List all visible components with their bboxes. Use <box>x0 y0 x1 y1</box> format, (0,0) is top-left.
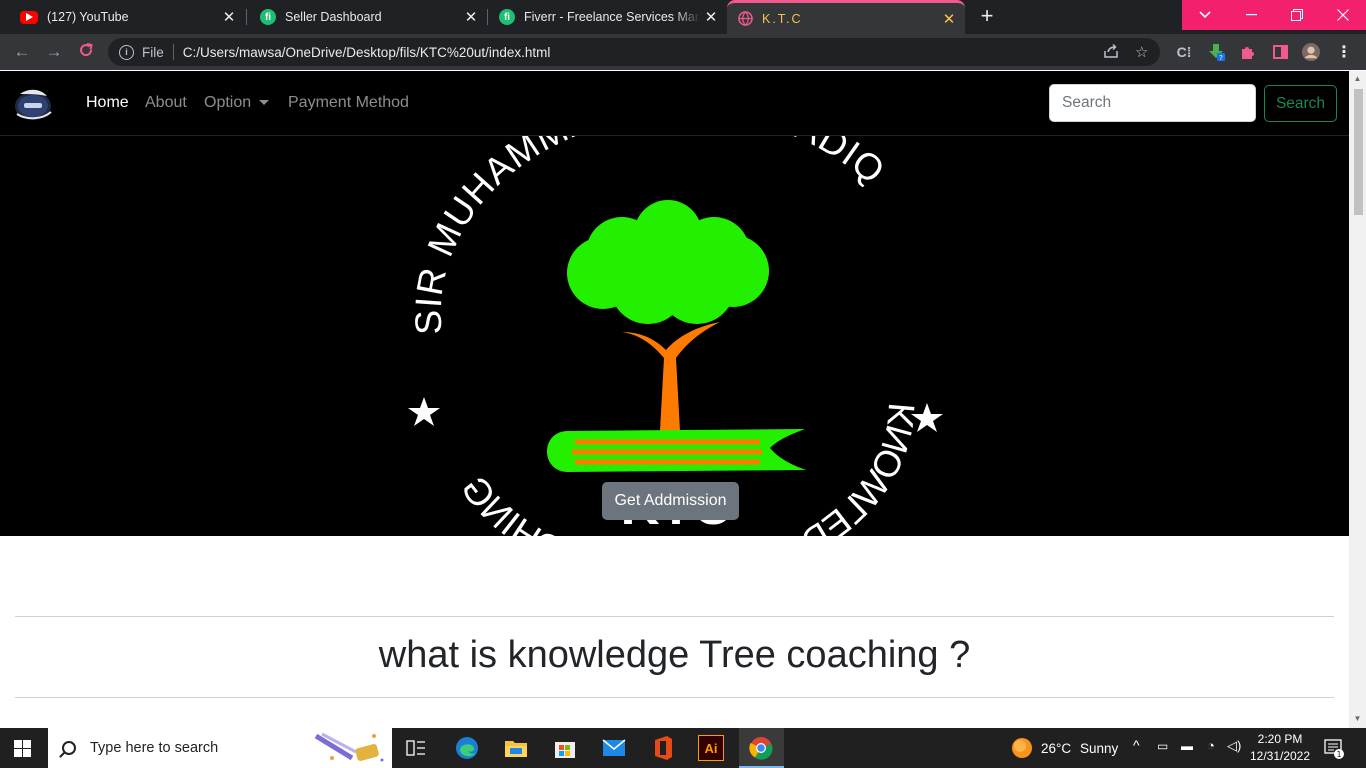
browser-toolbar: ← → i File C:/Users/mawsa/OneDrive/Deskt… <box>0 34 1366 70</box>
close-tab-icon[interactable]: ✕ <box>219 8 239 26</box>
divider <box>15 616 1334 617</box>
tab-seller-dashboard[interactable]: fi Seller Dashboard ✕ <box>240 0 487 34</box>
site-search-button[interactable]: Search <box>1264 85 1337 122</box>
downloader-extension-icon[interactable]: ? <box>1207 43 1225 61</box>
chrome-icon[interactable] <box>747 734 775 762</box>
browser-tab-strip: (127) YouTube ✕ fi Seller Dashboard ✕ fi… <box>0 0 1366 34</box>
forward-button[interactable]: → <box>44 42 64 62</box>
store-icon[interactable] <box>551 734 579 762</box>
taskbar-clock[interactable]: 2:20 PM 12/31/2022 <box>1248 731 1312 765</box>
mail-icon[interactable] <box>600 734 628 762</box>
tab-ktc[interactable]: K.T.C ✕ <box>727 0 965 34</box>
extension-c-icon[interactable]: C⁞ <box>1175 43 1193 61</box>
site-search-input[interactable] <box>1049 84 1256 122</box>
restore-icon <box>1291 9 1303 21</box>
fiverr-icon: fi <box>260 9 276 25</box>
edge-icon[interactable] <box>453 734 481 762</box>
battery-icon[interactable]: ▬ <box>1181 739 1193 753</box>
weather-temp[interactable]: 26°C <box>1041 741 1071 756</box>
search-highlight-illustration <box>314 732 384 762</box>
site-navbar: Home About Option Payment Method Search <box>0 71 1349 136</box>
close-tab-icon[interactable]: ✕ <box>939 10 959 28</box>
divider <box>172 44 174 60</box>
reload-button[interactable] <box>76 42 96 62</box>
share-icon[interactable] <box>1103 43 1119 63</box>
reload-icon <box>80 43 93 57</box>
nav-about[interactable]: About <box>145 94 187 112</box>
volume-icon[interactable]: ◁) <box>1227 738 1241 754</box>
notifications-icon[interactable]: 1 <box>1320 734 1348 762</box>
tab-title: Fiverr - Freelance Services Marketplace <box>524 10 701 24</box>
minimize-button[interactable] <box>1228 0 1274 30</box>
divider <box>15 697 1334 698</box>
nav-option-dropdown[interactable]: Option <box>204 94 270 112</box>
side-panel-icon[interactable] <box>1271 43 1289 61</box>
page-scrollbar[interactable]: ▲ ▼ <box>1349 71 1366 728</box>
tray-chevron-up-icon[interactable]: ^ <box>1133 737 1140 753</box>
close-tab-icon[interactable]: ✕ <box>701 8 721 26</box>
close-tab-icon[interactable]: ✕ <box>461 8 481 26</box>
tree-canopy <box>567 200 769 324</box>
restore-button[interactable] <box>1274 0 1320 30</box>
search-icon <box>62 741 76 755</box>
info-icon[interactable]: i <box>119 44 134 60</box>
extensions-puzzle-icon[interactable] <box>1239 43 1257 61</box>
youtube-icon <box>20 10 38 24</box>
address-bar[interactable]: i File C:/Users/mawsa/OneDrive/Desktop/f… <box>108 38 1160 66</box>
wifi-icon[interactable]: ◔ <box>1207 738 1215 753</box>
windows-taskbar: Type here to search Ai 26°C Sunny ^ ▭ ▬ … <box>0 728 1366 768</box>
close-icon <box>1337 9 1349 21</box>
ktc-logo: SIR MUHAMMAD UMAID SADIQ KNOWLEDGE TREE … <box>407 136 943 536</box>
scheme-label: File <box>142 44 164 60</box>
task-view-icon[interactable] <box>402 734 430 762</box>
scrollbar-thumb[interactable] <box>1354 89 1363 215</box>
chevron-down-icon <box>1199 11 1211 19</box>
weather-condition[interactable]: Sunny <box>1080 741 1118 756</box>
illustrator-icon[interactable]: Ai <box>698 735 724 761</box>
meet-now-icon[interactable]: ▭ <box>1157 739 1168 753</box>
scroll-down-icon[interactable]: ▼ <box>1353 714 1362 723</box>
nav-home[interactable]: Home <box>86 94 129 112</box>
tab-title: K.T.C <box>762 11 803 26</box>
office-icon[interactable] <box>649 734 677 762</box>
fiverr-icon: fi <box>499 9 515 25</box>
scroll-up-icon[interactable]: ▲ <box>1353 74 1362 83</box>
notification-count: 1 <box>1336 750 1341 759</box>
site-logo[interactable] <box>14 86 54 122</box>
page-viewport: Home About Option Payment Method Search … <box>0 71 1349 728</box>
close-window-button[interactable] <box>1320 0 1366 30</box>
taskbar-search-box[interactable]: Type here to search <box>48 728 392 768</box>
nav-payment-method[interactable]: Payment Method <box>288 94 409 112</box>
globe-icon <box>737 11 753 27</box>
get-admission-button[interactable]: Get Addmission <box>602 482 739 520</box>
taskbar-search-placeholder: Type here to search <box>90 740 219 756</box>
section-heading: what is knowledge Tree coaching ? <box>378 634 971 676</box>
tree-trunk <box>622 322 720 431</box>
hero-banner: SIR MUHAMMAD UMAID SADIQ KNOWLEDGE TREE … <box>0 136 1349 536</box>
new-tab-button[interactable]: + <box>976 5 998 29</box>
nav-option-label: Option <box>204 94 252 111</box>
bookmark-star-icon[interactable]: ☆ <box>1135 43 1148 61</box>
weather-sun-icon[interactable] <box>1008 734 1036 762</box>
windows-start-icon[interactable] <box>14 740 31 757</box>
back-button[interactable]: ← <box>12 42 32 62</box>
url-text[interactable]: C:/Users/mawsa/OneDrive/Desktop/fils/KTC… <box>183 45 551 60</box>
tab-fiverr[interactable]: fi Fiverr - Freelance Services Marketpla… <box>479 0 727 34</box>
tab-title: Seller Dashboard <box>285 10 382 24</box>
clock-time: 2:20 PM <box>1257 732 1303 746</box>
profile-avatar[interactable] <box>1302 43 1320 61</box>
file-explorer-icon[interactable] <box>502 734 530 762</box>
star-icon <box>408 397 440 426</box>
tab-search-button[interactable] <box>1182 0 1228 30</box>
caret-down-icon <box>259 100 270 106</box>
tab-youtube[interactable]: (127) YouTube ✕ <box>0 0 245 34</box>
chrome-menu-icon[interactable]: ⋮ <box>1335 43 1353 61</box>
svg-text:?: ? <box>1219 54 1223 61</box>
tab-title: (127) YouTube <box>47 10 129 24</box>
minimize-icon <box>1245 14 1257 16</box>
clock-date: 12/31/2022 <box>1249 749 1311 763</box>
